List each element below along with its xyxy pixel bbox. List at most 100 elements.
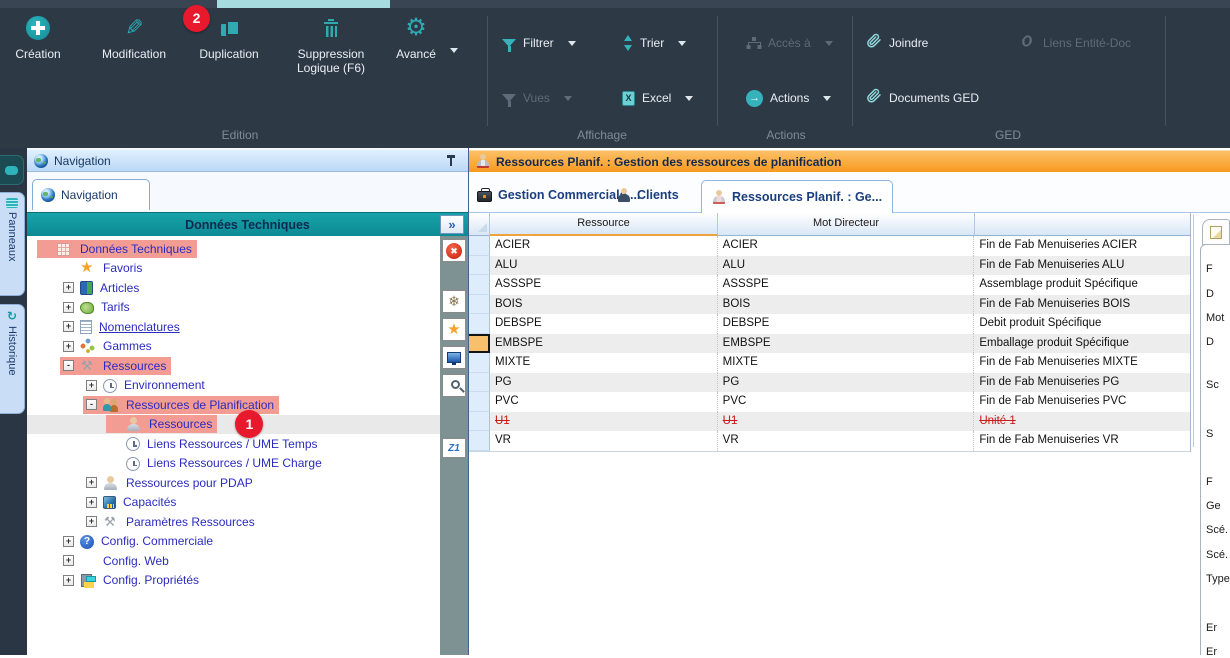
tree-item[interactable]: +Capacités [27,493,440,513]
tab-gestion-commerciale[interactable]: Gestion Commerciale ... [477,182,640,208]
row-selector[interactable] [469,236,490,256]
tree-item[interactable]: +Config. Propriétés [27,571,440,591]
tree-item[interactable]: + Config. Web [27,551,440,571]
table-row[interactable]: DEBSPEDEBSPEDebit produit Spécifique [469,314,1190,334]
grid-corner-cell[interactable] [469,213,490,236]
tree-item[interactable]: +Nomenclatures [27,317,440,337]
collapse-panel-button[interactable]: » [440,215,464,234]
tree-item-label[interactable]: Ressources [101,359,168,373]
row-selector[interactable] [469,431,490,451]
tree-item[interactable]: Favoris [27,259,440,279]
tree-item-label[interactable]: Ressources [147,417,214,431]
sort-z1-button[interactable]: Z1 [442,438,466,458]
table-cell[interactable]: U1 [490,412,718,432]
tab-navigation[interactable]: Navigation [32,179,150,210]
table-cell[interactable]: Fin de Fab Menuiseries PG [974,373,1190,393]
display-button[interactable] [442,346,466,369]
table-cell[interactable]: Fin de Fab Menuiseries BOIS [974,295,1190,315]
table-cell[interactable]: ACIER [718,236,975,256]
tree-item-label[interactable]: Ressources de Planification [124,398,276,412]
tree-expander-icon[interactable]: + [63,575,74,586]
tree-expander-icon[interactable]: + [63,282,74,293]
tree-item[interactable]: +Tarifs [27,298,440,318]
tree-expander-icon[interactable]: + [86,516,97,527]
table-row[interactable]: PGPGFin de Fab Menuiseries PG [469,373,1190,393]
close-button[interactable] [442,239,466,262]
tree-item[interactable]: + Environnement [27,376,440,396]
row-selector[interactable] [469,275,490,295]
table-cell[interactable]: U1 [718,412,975,432]
table-row[interactable]: VRVRFin de Fab Menuiseries VR [469,431,1190,451]
search-button[interactable] [442,374,466,397]
documents-ged-button[interactable]: Documents GED [866,87,979,109]
joindre-button[interactable]: Joindre [866,32,928,54]
table-cell[interactable]: VR [490,431,718,451]
suppression-logique-button[interactable]: Suppression Logique (F6) [284,14,378,75]
tree-item-label[interactable]: Nomenclatures [97,320,182,334]
table-cell[interactable]: ASSSPE [490,275,718,295]
tree-item[interactable]: + Config. Commerciale [27,532,440,552]
table-row[interactable]: U1U1Unité 1 [469,412,1190,432]
column-header-mot-directeur[interactable]: Mot Directeur [718,213,975,236]
trier-button[interactable]: Trier [624,32,686,54]
table-row[interactable]: EMBSPEEMBSPEEmballage produit Spécifique [469,334,1190,354]
table-cell[interactable]: ALU [490,256,718,276]
table-row[interactable]: ASSSPEASSSPEAssemblage produit Spécifiqu… [469,275,1190,295]
liens-entite-doc-button[interactable]: Liens Entité-Doc [1018,32,1131,54]
table-cell[interactable]: DEBSPE [718,314,975,334]
tree-item-label[interactable]: Config. Commerciale [99,534,215,548]
tree-item[interactable]: Ressources1 [27,415,440,435]
tree-item[interactable]: Données Techniques [27,239,440,259]
table-cell[interactable]: Fin de Fab Menuiseries ACIER [974,236,1190,256]
row-selector[interactable] [469,314,490,334]
tree-item[interactable]: +Articles [27,278,440,298]
row-selector[interactable] [469,334,490,354]
tree-item[interactable]: -Ressources de Planification [27,395,440,415]
table-cell[interactable]: VR [718,431,975,451]
tree-item-label[interactable]: Données Techniques [78,242,194,256]
tree-item-label[interactable]: Liens Ressources / UME Temps [145,437,320,451]
creation-button[interactable]: Création [6,14,70,61]
tree-expander-icon[interactable]: + [63,302,74,313]
tree-item[interactable]: Liens Ressources / UME Charge [27,454,440,474]
table-cell[interactable]: BOIS [718,295,975,315]
tree-item[interactable]: -Ressources [27,356,440,376]
actions-button[interactable]: Actions [746,87,831,109]
column-header-designation[interactable] [975,213,1191,236]
avance-button[interactable]: ⚙ Avancé [388,14,444,61]
tree-item-label[interactable]: Ressources pour PDAP [124,476,255,490]
row-selector[interactable] [469,373,490,393]
row-selector[interactable] [469,392,490,412]
tree-item-label[interactable]: Config. Web [101,554,171,568]
row-selector[interactable] [469,256,490,276]
table-row[interactable]: BOISBOISFin de Fab Menuiseries BOIS [469,295,1190,315]
tab-clients[interactable]: Clients [617,182,679,208]
table-cell[interactable]: PG [490,373,718,393]
table-row[interactable]: PVCPVCFin de Fab Menuiseries PVC [469,392,1190,412]
tree-item-label[interactable]: Paramètres Ressources [124,515,257,529]
table-row[interactable]: ALUALUFin de Fab Menuiseries ALU [469,256,1190,276]
vues-button[interactable]: Vues [502,87,572,109]
tree-item[interactable]: +Ressources pour PDAP [27,473,440,493]
column-header-ressource[interactable]: Ressource [490,213,718,236]
tree-expander-icon[interactable]: + [63,555,74,566]
table-row[interactable]: ACIERACIERFin de Fab Menuiseries ACIER [469,236,1190,256]
dock-mini-tab[interactable] [0,155,24,185]
sidebar-tab-historique[interactable]: ↻ Historique [0,304,25,414]
pin-icon[interactable] [446,155,456,167]
tree-expander-icon[interactable]: + [86,380,97,391]
tree-expander-icon[interactable]: + [63,536,74,547]
table-row[interactable]: MIXTEMIXTEFin de Fab Menuiseries MIXTE [469,353,1190,373]
freeze-button[interactable] [442,290,466,313]
tree-item-label[interactable]: Capacités [121,495,178,509]
table-cell[interactable]: Emballage produit Spécifique [974,334,1190,354]
chevron-down-icon[interactable] [568,41,576,46]
tree-item-label[interactable]: Environnement [122,378,207,392]
table-cell[interactable]: Fin de Fab Menuiseries ALU [974,256,1190,276]
tab-ressources-planif[interactable]: Ressources Planif. : Ge... [701,180,893,213]
table-cell[interactable]: PVC [490,392,718,412]
tree-expander-icon[interactable]: + [63,341,74,352]
row-selector[interactable] [469,353,490,373]
table-cell[interactable]: Fin de Fab Menuiseries VR [974,431,1190,451]
table-cell[interactable]: Fin de Fab Menuiseries MIXTE [974,353,1190,373]
